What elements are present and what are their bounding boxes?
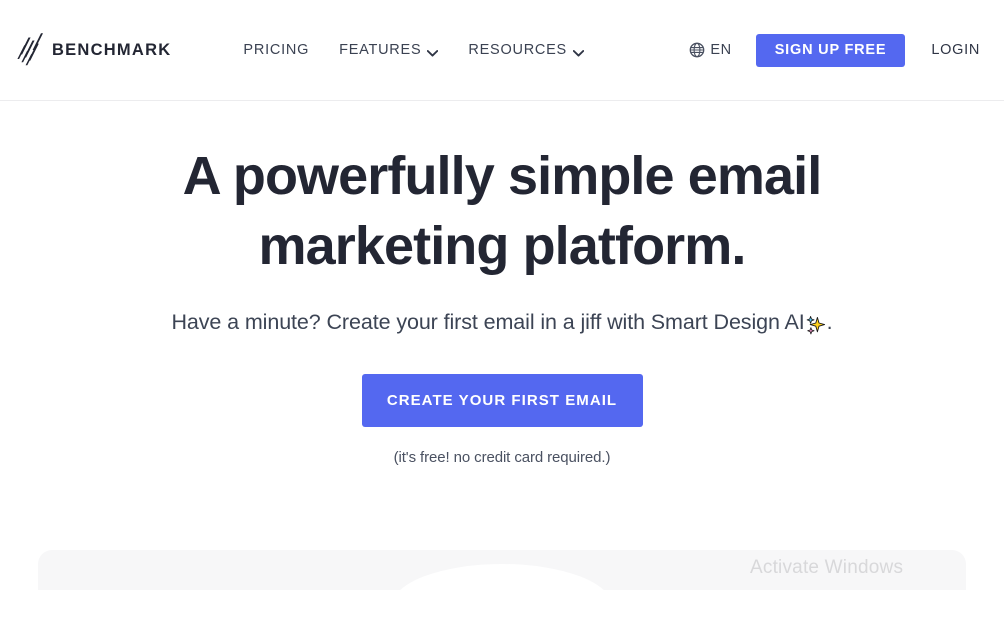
nav-item-pricing[interactable]: PRICING [228, 36, 324, 64]
sparkles-icon [805, 311, 827, 335]
globe-icon [689, 42, 705, 58]
hero-subtitle: Have a minute? Create your first email i… [0, 307, 1004, 337]
header-actions: EN SIGN UP FREE LOGIN [681, 33, 1004, 67]
preview-panel-notch [392, 564, 612, 624]
brand-name: BENCHMARK [52, 40, 172, 59]
page-title-line-2: marketing platform. [258, 216, 747, 276]
sign-up-free-button[interactable]: SIGN UP FREE [755, 33, 906, 67]
nav-item-pricing-label: PRICING [243, 42, 310, 58]
hero-subtitle-text: Have a minute? Create your first email i… [171, 310, 805, 334]
site-header: BENCHMARK PRICING FEATURES RESOURCES EN … [0, 0, 1004, 101]
nav-item-resources-label: RESOURCES [468, 42, 567, 58]
brand-logo[interactable]: BENCHMARK [17, 30, 171, 70]
hero-section: A powerfully simple email marketing plat… [0, 101, 1004, 466]
page-title-line-1: A powerfully simple email [182, 146, 823, 206]
hero-note: (it's free! no credit card required.) [393, 449, 611, 466]
page-title: A powerfully simple email marketing plat… [0, 141, 1004, 281]
login-link[interactable]: LOGIN [921, 36, 990, 64]
nav-item-features-label: FEATURES [339, 42, 422, 58]
chevron-down-icon [427, 48, 439, 57]
create-first-email-button[interactable]: CREATE YOUR FIRST EMAIL [361, 374, 643, 427]
nav-item-resources[interactable]: RESOURCES [453, 36, 599, 64]
benchmark-slash-logo-icon [17, 33, 43, 67]
nav-item-features[interactable]: FEATURES [324, 36, 453, 64]
preview-panel [38, 550, 966, 624]
chevron-down-icon [572, 48, 584, 57]
language-label: EN [710, 42, 732, 58]
hero-subtitle-suffix: . [826, 310, 833, 334]
main-navigation: PRICING FEATURES RESOURCES [228, 36, 599, 64]
language-switcher[interactable]: EN [681, 36, 739, 64]
